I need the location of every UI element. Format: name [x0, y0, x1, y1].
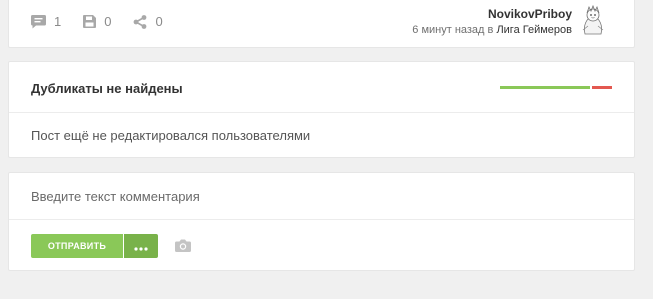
community-link[interactable]: Лига Геймеров [496, 24, 572, 36]
comments-count: 1 [54, 14, 62, 29]
divider [9, 219, 634, 220]
comment-icon [31, 14, 54, 29]
indicator-positive [500, 86, 590, 89]
send-button-group: ОТПРАВИТЬ [31, 234, 158, 258]
comment-form: ОТПРАВИТЬ [8, 172, 635, 271]
more-options-button[interactable] [124, 234, 158, 258]
send-button[interactable]: ОТПРАВИТЬ [31, 234, 123, 258]
comments-stat[interactable]: 1 [31, 14, 61, 29]
more-dots-icon [134, 239, 148, 254]
author-name[interactable]: NovikovPriboy [412, 7, 572, 21]
post-footer: 1 0 0 NovikovPriboy 6 минут назад в Лига… [8, 0, 635, 48]
duplicates-title: Дубликаты не найдены [31, 81, 183, 96]
post-time: 6 минут назад в [412, 24, 494, 36]
avatar[interactable] [578, 4, 608, 37]
post-stats: 1 0 0 [31, 14, 185, 29]
post-meta: 6 минут назад в Лига Геймеров [412, 22, 572, 38]
shares-count: 0 [155, 14, 163, 29]
camera-icon[interactable] [175, 239, 191, 257]
duplicates-panel: Дубликаты не найдены Пост ещё не редакти… [8, 61, 635, 158]
shares-stat[interactable]: 0 [133, 14, 163, 29]
share-icon [133, 14, 155, 29]
duplicates-indicator [500, 86, 612, 89]
save-icon [83, 15, 104, 28]
indicator-negative [592, 86, 612, 89]
saves-stat[interactable]: 0 [83, 14, 111, 29]
saves-count: 0 [104, 14, 112, 29]
author-block: NovikovPriboy 6 минут назад в Лига Гейме… [412, 7, 572, 38]
comment-input[interactable] [9, 173, 634, 219]
edit-history-info: Пост ещё не редактировался пользователям… [31, 128, 311, 143]
divider [9, 112, 634, 113]
